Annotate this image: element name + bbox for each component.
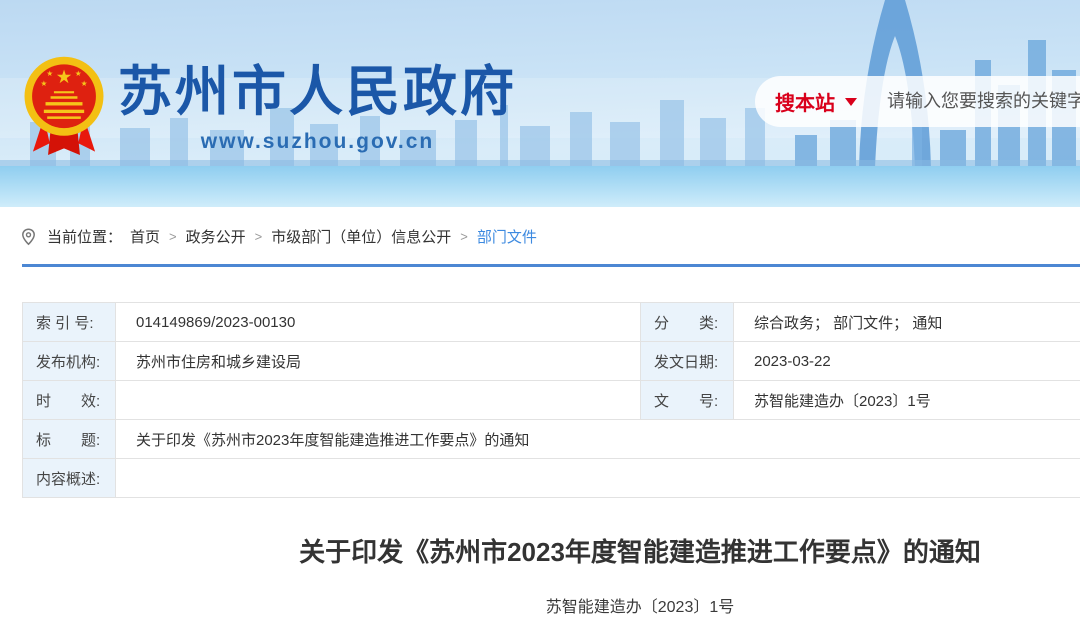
doc-meta-table: 索 引 号: 014149869/2023-00130 分 类: 综合政务； 部… xyxy=(22,302,1080,498)
svg-text:★: ★ xyxy=(81,79,88,88)
breadcrumb-separator: > xyxy=(169,229,177,244)
search-scope-dropdown[interactable]: 搜本站 xyxy=(775,87,857,116)
svg-text:★: ★ xyxy=(40,79,47,88)
meta-value-doc-number: 苏智能建造办〔2023〕1号 xyxy=(734,381,1080,420)
section-divider xyxy=(22,264,1080,267)
breadcrumb-item-gov-info[interactable]: 政务公开 xyxy=(186,226,246,247)
svg-text:★: ★ xyxy=(75,69,82,78)
table-row: 索 引 号: 014149869/2023-00130 分 类: 综合政务； 部… xyxy=(23,303,1080,342)
svg-text:★: ★ xyxy=(46,69,53,78)
svg-text:★: ★ xyxy=(56,66,73,87)
breadcrumb-prefix: 当前位置： xyxy=(47,226,122,247)
table-row: 内容概述: xyxy=(23,459,1080,498)
chevron-down-icon xyxy=(845,98,857,106)
search-input[interactable] xyxy=(887,91,1080,112)
meta-value-issue-date: 2023-03-22 xyxy=(734,342,1080,381)
meta-value-issuing-agency: 苏州市住房和城乡建设局 xyxy=(116,342,641,381)
national-emblem-icon: ★ ★ ★ ★ ★ xyxy=(22,54,106,162)
table-row: 标 题: 关于印发《苏州市2023年度智能建造推进工作要点》的通知 xyxy=(23,420,1080,459)
meta-value-title: 关于印发《苏州市2023年度智能建造推进工作要点》的通知 xyxy=(116,420,1080,459)
breadcrumb-item-current[interactable]: 部门文件 xyxy=(477,226,537,247)
meta-value-summary xyxy=(116,459,1080,498)
article-doc-number: 苏智能建造办〔2023〕1号 xyxy=(22,593,1080,617)
breadcrumb-item-home[interactable]: 首页 xyxy=(130,226,160,247)
meta-label-doc-number: 文 号: xyxy=(641,381,734,420)
site-title: 苏州市人民政府 xyxy=(118,64,517,121)
meta-label-issue-date: 发文日期: xyxy=(641,342,734,381)
meta-label-title: 标 题: xyxy=(23,420,116,459)
breadcrumb-separator: > xyxy=(255,229,263,244)
article-title: 关于印发《苏州市2023年度智能建造推进工作要点》的通知 xyxy=(22,532,1080,569)
table-row: 时 效: 文 号: 苏智能建造办〔2023〕1号 xyxy=(23,381,1080,420)
table-row: 发布机构: 苏州市住房和城乡建设局 发文日期: 2023-03-22 xyxy=(23,342,1080,381)
meta-label-index-number: 索 引 号: xyxy=(23,303,116,342)
meta-label-issuing-agency: 发布机构: xyxy=(23,342,116,381)
breadcrumb: 当前位置： 首页 > 政务公开 > 市级部门（单位）信息公开 > 部门文件 xyxy=(20,226,1080,247)
meta-label-summary: 内容概述: xyxy=(23,459,116,498)
meta-label-category: 分 类: xyxy=(641,303,734,342)
meta-value-category: 综合政务； 部门文件； 通知 xyxy=(734,303,1080,342)
meta-value-index-number: 014149869/2023-00130 xyxy=(116,303,641,342)
search-bar: 搜本站 xyxy=(755,76,1080,127)
breadcrumb-separator: > xyxy=(460,229,468,244)
search-scope-label: 搜本站 xyxy=(775,87,835,116)
meta-label-validity: 时 效: xyxy=(23,381,116,420)
location-pin-icon xyxy=(20,228,37,246)
site-url: www.suzhou.gov.cn xyxy=(118,130,517,154)
site-logo-link[interactable]: ★ ★ ★ ★ ★ 苏州市人民政府 www.suzhou.gov.cn xyxy=(22,54,517,162)
meta-value-validity xyxy=(116,381,641,420)
site-header: ★ ★ ★ ★ ★ 苏州市人民政府 www.suzhou.gov.cn 搜本站 xyxy=(0,0,1080,207)
breadcrumb-item-departments[interactable]: 市级部门（单位）信息公开 xyxy=(271,226,451,247)
